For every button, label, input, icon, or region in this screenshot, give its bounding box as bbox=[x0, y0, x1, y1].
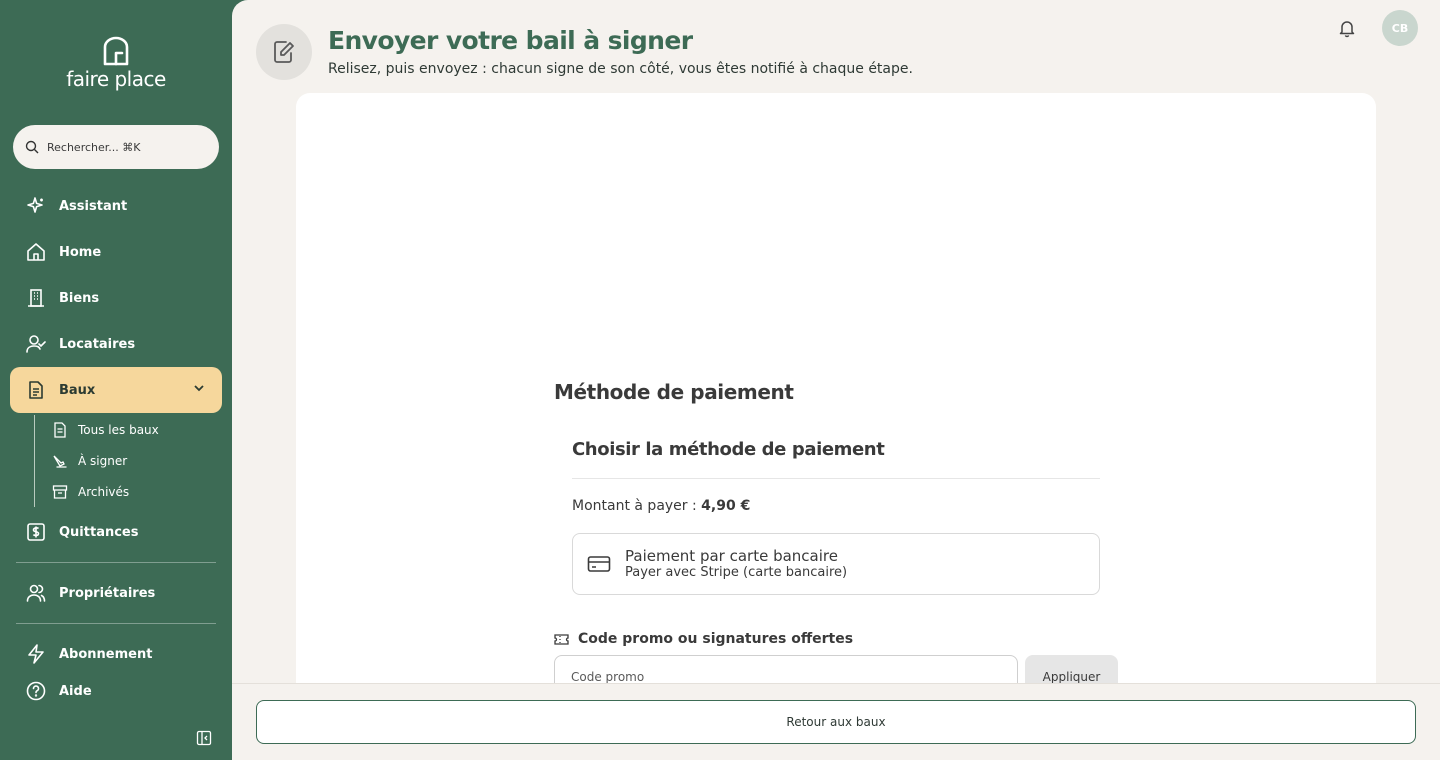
brand-name: faire place bbox=[66, 67, 166, 91]
amount-label: Montant à payer : bbox=[572, 498, 697, 514]
sidebar-item-label: Quittances bbox=[59, 524, 139, 540]
sidebar-item-label: Aide bbox=[59, 683, 92, 699]
sidebar-item-label: Home bbox=[59, 244, 102, 260]
users-icon bbox=[26, 583, 46, 603]
amount-to-pay: Montant à payer : 4,90 € bbox=[572, 498, 750, 514]
payment-option-description: Payer avec Stripe (carte bancaire) bbox=[625, 564, 848, 580]
sidebar-subitem-tous-les-baux[interactable]: Tous les baux bbox=[52, 419, 159, 441]
credit-card-icon bbox=[587, 556, 611, 572]
sidebar-subitem-label: Tous les baux bbox=[78, 423, 159, 437]
page-icon bbox=[256, 24, 312, 80]
divider bbox=[572, 478, 1100, 479]
avatar[interactable]: CB bbox=[1382, 10, 1418, 46]
signature-icon bbox=[52, 453, 68, 469]
payment-method-subtitle: Choisir la méthode de paiement bbox=[572, 439, 885, 460]
sidebar-item-label: Assistant bbox=[59, 198, 128, 214]
payment-method-title: Méthode de paiement bbox=[554, 380, 794, 404]
sidebar-divider bbox=[16, 623, 216, 624]
submenu-line bbox=[34, 415, 35, 507]
search-placeholder: Rechercher... ⌘K bbox=[47, 140, 141, 154]
card-payment-option[interactable]: Paiement par carte bancaire Payer avec S… bbox=[572, 533, 1100, 595]
archive-icon bbox=[52, 484, 68, 500]
promo-label-text: Code promo ou signatures offertes bbox=[578, 631, 854, 647]
main-panel: Envoyer votre bail à signer Relisez, pui… bbox=[232, 0, 1440, 760]
sidebar-subitem-a-signer[interactable]: À signer bbox=[52, 450, 127, 472]
back-to-leases-button[interactable]: Retour aux baux bbox=[256, 700, 1416, 744]
payment-card: Méthode de paiement Choisir la méthode d… bbox=[296, 93, 1376, 713]
document-icon bbox=[26, 380, 46, 400]
receipt-dollar-icon bbox=[26, 522, 46, 542]
sidebar: faire place Rechercher... ⌘K Assistant H… bbox=[0, 0, 232, 760]
ticket-icon bbox=[554, 633, 569, 645]
house-logo-icon bbox=[103, 36, 129, 66]
sidebar-subitem-label: À signer bbox=[78, 454, 128, 468]
document-icon bbox=[52, 422, 68, 438]
sidebar-item-baux[interactable]: Baux bbox=[10, 367, 222, 413]
sidebar-item-quittances[interactable]: Quittances bbox=[10, 510, 222, 554]
sidebar-item-label: Baux bbox=[59, 382, 96, 398]
promo-code-label: Code promo ou signatures offertes bbox=[554, 631, 853, 647]
sidebar-item-assistant[interactable]: Assistant bbox=[10, 184, 222, 228]
amount-value: 4,90 € bbox=[701, 498, 751, 514]
sidebar-item-label: Abonnement bbox=[59, 646, 153, 662]
sidebar-item-label: Propriétaires bbox=[59, 585, 156, 601]
edit-document-icon bbox=[274, 41, 294, 63]
sidebar-item-biens[interactable]: Biens bbox=[10, 276, 222, 320]
sidebar-subitem-archives[interactable]: Archivés bbox=[52, 481, 129, 503]
search-input[interactable]: Rechercher... ⌘K bbox=[13, 125, 219, 169]
lightning-icon bbox=[26, 644, 46, 664]
sidebar-subitem-label: Archivés bbox=[78, 485, 130, 499]
chevron-down-icon[interactable] bbox=[192, 381, 206, 395]
sidebar-item-label: Biens bbox=[59, 290, 100, 306]
sidebar-item-label: Locataires bbox=[59, 336, 136, 352]
brand-logo[interactable]: faire place bbox=[62, 36, 170, 90]
sidebar-item-locataires[interactable]: Locataires bbox=[10, 322, 222, 366]
sidebar-divider bbox=[16, 562, 216, 563]
payment-option-title: Paiement par carte bancaire bbox=[625, 546, 838, 565]
help-circle-icon bbox=[26, 681, 46, 701]
building-icon bbox=[26, 288, 46, 308]
sidebar-item-home[interactable]: Home bbox=[10, 230, 222, 274]
page-title: Envoyer votre bail à signer bbox=[328, 26, 693, 55]
sparkle-icon bbox=[26, 196, 46, 216]
sidebar-item-proprietaires[interactable]: Propriétaires bbox=[10, 571, 222, 615]
user-check-icon bbox=[26, 334, 46, 354]
footer-bar: Retour aux baux bbox=[232, 683, 1440, 760]
bell-icon[interactable] bbox=[1337, 18, 1357, 38]
sidebar-collapse-icon[interactable] bbox=[196, 730, 212, 746]
search-icon bbox=[25, 140, 39, 154]
sidebar-item-aide[interactable]: Aide bbox=[10, 669, 222, 713]
home-icon bbox=[26, 242, 46, 262]
page-subtitle: Relisez, puis envoyez : chacun signe de … bbox=[328, 61, 913, 77]
